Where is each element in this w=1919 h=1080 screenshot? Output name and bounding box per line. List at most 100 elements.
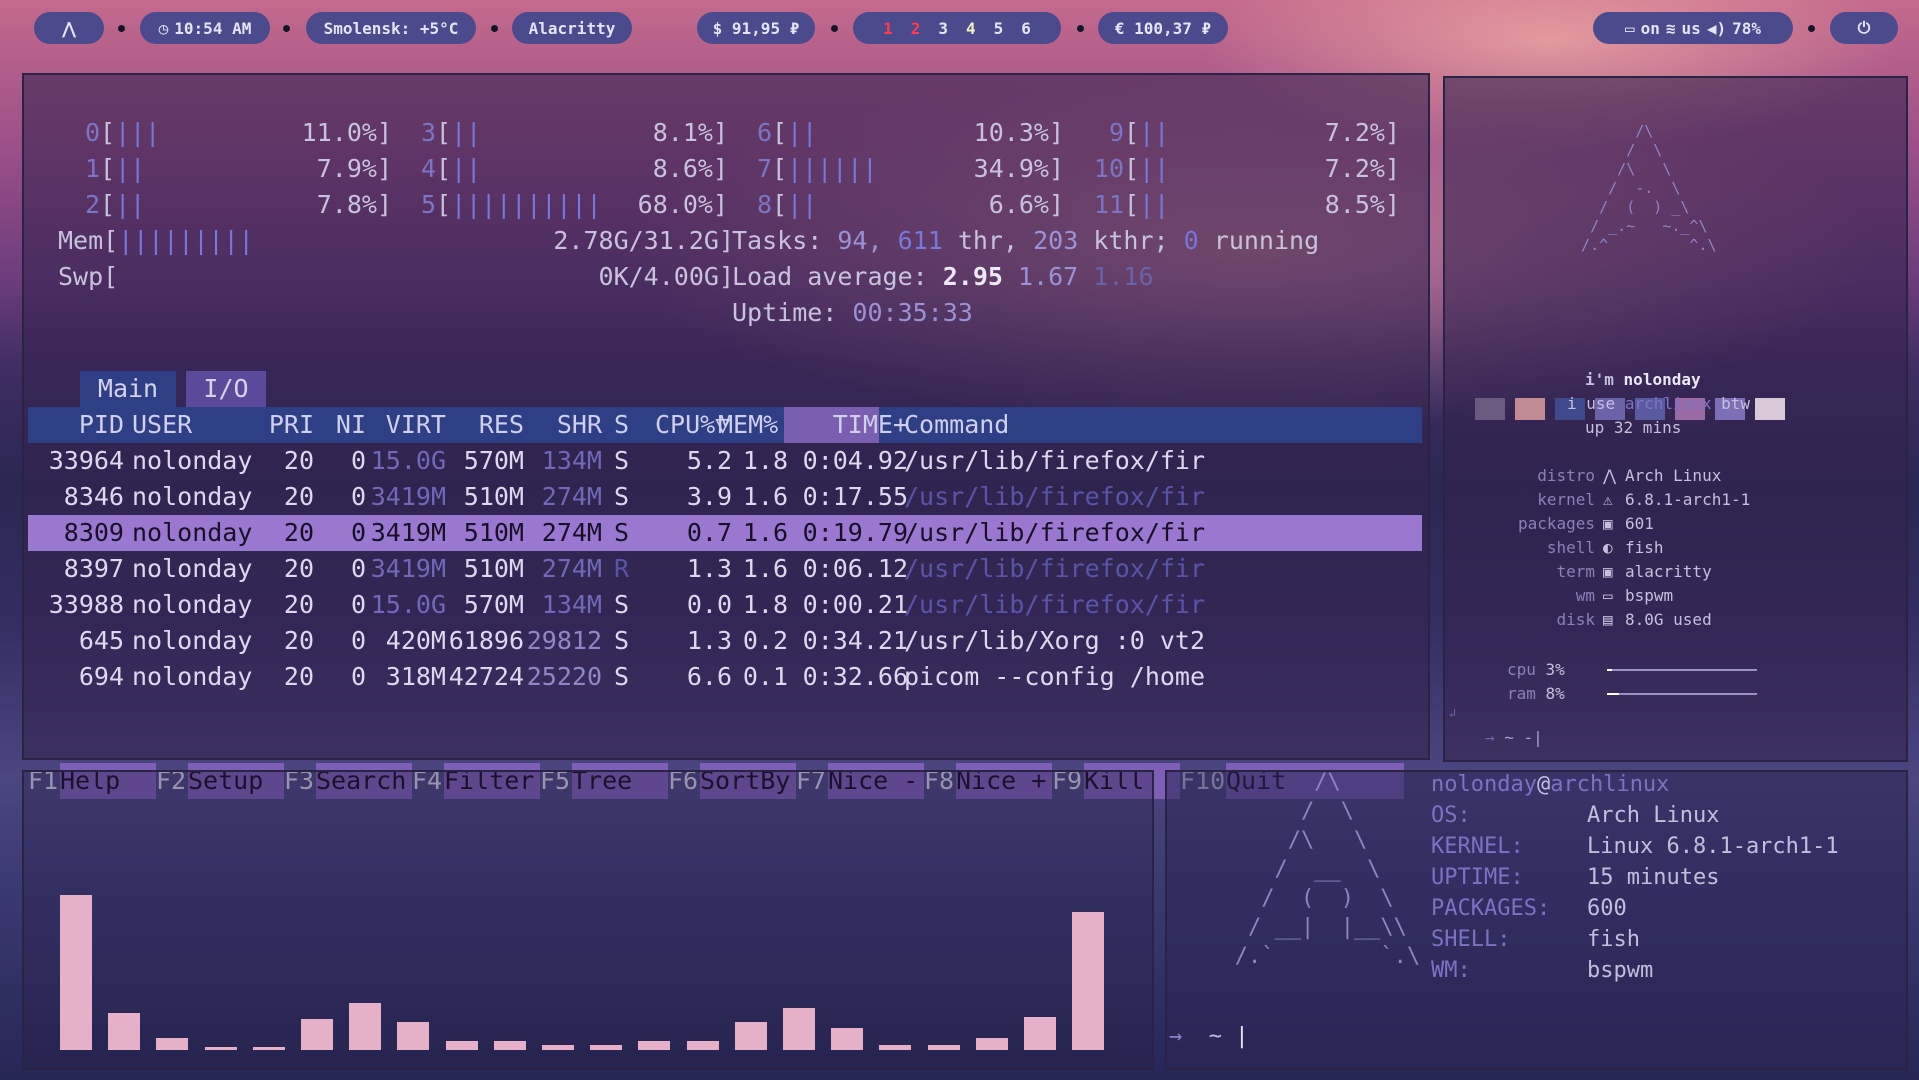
field-value: fish: [1625, 538, 1664, 557]
process-row[interactable]: 8309 nolonday 20 0 3419M 510M 274M S 0.7 1.6 0:19.…: [28, 515, 1422, 551]
sysinfo-prompt[interactable]: → ~ -|: [1485, 728, 1543, 747]
cell-command: /usr/lib/Xorg :0 vt2: [904, 626, 1206, 655]
process-row[interactable]: 8346 nolonday 20 0 3419M 510M 274M S 3.9 1.6 0:17.…: [28, 479, 1422, 515]
visualizer-bar: [686, 1041, 719, 1050]
cpu-pct: 8.1%]: [652, 118, 728, 147]
fetch-prompt[interactable]: → ~ |: [1169, 1024, 1249, 1049]
cell-virt: 15.0G: [370, 590, 446, 619]
fetch-value: Linux 6.8.1-arch1-1: [1587, 834, 1839, 859]
cpu-pct: 7.8%]: [316, 190, 392, 219]
cell-command: /usr/lib/firefox/fir: [904, 446, 1206, 475]
process-row[interactable]: 694 nolonday 20 0 318M 42724 25220 S 6.6 0.1 0:32.…: [28, 659, 1422, 695]
arch-ascii-logo: /\ / \ /\ \ / -. \ / ( ) _\ / _.~ ~._^\ …: [1581, 122, 1717, 254]
sysinfo-window[interactable]: /\ / \ /\ \ / -. \ / ( ) _\ / _.~ ~._^\ …: [1443, 76, 1908, 762]
field-label: kernel: [1537, 490, 1595, 509]
cell-ni: 0: [350, 554, 366, 583]
cell-shr: 134M: [541, 446, 602, 475]
separator-dot: [831, 25, 838, 32]
workspace-4[interactable]: 4: [966, 19, 976, 38]
field-label: wm: [1575, 586, 1595, 605]
clock-widget[interactable]: ◷ 10:54 AM: [140, 12, 270, 44]
cpu-pct: 8.6%]: [652, 154, 728, 183]
cell-command: picom --config /home: [904, 662, 1206, 691]
workspace-5[interactable]: 5: [994, 19, 1004, 38]
column-header-time[interactable]: TIME+: [788, 407, 908, 443]
cell-ni: 0: [350, 446, 366, 475]
swp-value: 0K/4.00G]: [598, 262, 734, 291]
cell-time: 0:04.92: [802, 446, 908, 475]
cell-s: S: [614, 518, 630, 547]
eur-rate-widget[interactable]: € 100,37 ₽: [1098, 12, 1228, 44]
visualizer-bar: [108, 1013, 141, 1050]
keyboard-icon: ▭: [1625, 18, 1635, 38]
cell-command: /usr/lib/firefox/fir: [904, 482, 1206, 511]
field-value: bspwm: [1625, 586, 1674, 605]
enter-icon: ↲: [1449, 706, 1457, 720]
mem-value: 2.78G/31.2G]: [553, 226, 734, 255]
cell-res: 510M: [463, 554, 524, 583]
process-row[interactable]: 33988 nolonday 20 0 15.0G 570M 134M S 0.0 1.8 0:00…: [28, 587, 1422, 623]
tab-io[interactable]: I/O: [186, 371, 266, 407]
workspace-6[interactable]: 6: [1021, 19, 1031, 38]
column-header-res[interactable]: RES: [448, 407, 524, 443]
column-header-command[interactable]: Command: [904, 407, 1424, 443]
cell-mem: 1.6: [742, 482, 788, 511]
cell-pri: 20: [283, 662, 314, 691]
column-header-shr[interactable]: SHR: [526, 407, 602, 443]
visualizer-bar: [927, 1045, 960, 1050]
power-button[interactable]: ⏻: [1830, 12, 1898, 44]
visualizer-bar: [879, 1045, 912, 1050]
audio-visualizer-window[interactable]: [22, 770, 1154, 1070]
field-label: shell: [1546, 538, 1595, 557]
column-header-pri[interactable]: PRI: [238, 407, 314, 443]
cell-virt: 3419M: [370, 482, 446, 511]
column-header-mem[interactable]: MEM%: [718, 407, 788, 443]
field-label: distro: [1537, 466, 1595, 485]
field-icon: ▤: [1603, 610, 1613, 629]
column-header-ni[interactable]: NI: [318, 407, 366, 443]
column-header-pid[interactable]: PID: [28, 407, 124, 443]
fetch-value: Arch Linux: [1587, 803, 1720, 828]
tab-main[interactable]: Main: [80, 371, 176, 407]
weather-widget[interactable]: Smolensk: +5°C: [306, 12, 476, 44]
process-table-header: PID USER PRI NI VIRT RES SHR S CPU%▽ MEM% TIME+ Com…: [28, 407, 1422, 443]
cell-command: /usr/lib/firefox/fir: [904, 590, 1206, 619]
cell-virt: 420M: [385, 626, 446, 655]
up-line: up 32 mins: [1585, 418, 1682, 437]
ram-gauge: [1607, 693, 1757, 695]
process-row[interactable]: 645 nolonday 20 0 420M 61896 29812 S 1.3 0.2 0:34.…: [28, 623, 1422, 659]
workspace-3[interactable]: 3: [938, 19, 948, 38]
cell-pri: 20: [283, 554, 314, 583]
visualizer-bar: [397, 1022, 430, 1050]
window-title-widget[interactable]: Alacritty: [512, 12, 632, 44]
workspace-1[interactable]: 1: [883, 19, 893, 38]
column-header-s[interactable]: S: [614, 407, 644, 443]
fetch-value: 15 minutes: [1587, 865, 1720, 890]
window-title: Alacritty: [528, 18, 616, 38]
cpu-pct: 7.9%]: [316, 154, 392, 183]
launcher-button[interactable]: ⋀: [34, 12, 104, 44]
fetch-window[interactable]: /\ / \ /\ \ / __ \ / ( ) \ / __| |__\\ /…: [1165, 770, 1908, 1070]
workspace-2[interactable]: 2: [911, 19, 921, 38]
cell-s: S: [614, 590, 630, 619]
process-row[interactable]: 33964 nolonday 20 0 15.0G 570M 134M S 5.2 1.8 0:04…: [28, 443, 1422, 479]
cpu-pct: 10.3%]: [973, 118, 1064, 147]
cell-pri: 20: [283, 590, 314, 619]
cell-time: 0:19.79: [802, 518, 908, 547]
cell-shr: 274M: [541, 554, 602, 583]
usd-rate-widget[interactable]: $ 91,95 ₽: [697, 12, 815, 44]
im-line: i'm nolonday: [1585, 370, 1701, 389]
process-row[interactable]: 8397 nolonday 20 0 3419M 510M 274M R 1.3 1.6 0:06.…: [28, 551, 1422, 587]
kbd-status: on: [1640, 18, 1660, 38]
cell-s: S: [614, 662, 630, 691]
cell-pid: 8309: [63, 518, 124, 547]
cpu-pct: 11.0%]: [301, 118, 392, 147]
cell-time: 0:34.21: [802, 626, 908, 655]
htop-window[interactable]: 0 [||| 11.0%] 1 [|| 7.9%] 2 [|| 7.8%] 3 [|| 8.1%] 4[…: [22, 73, 1430, 799]
column-header-virt[interactable]: VIRT: [366, 407, 446, 443]
status-widget[interactable]: ▭ on ≋ us ◀) 78%: [1593, 12, 1793, 44]
cell-mem: 1.8: [742, 446, 788, 475]
field-icon: ▣: [1603, 514, 1613, 533]
cpu-gauge-label: cpu 3%: [1507, 660, 1565, 679]
cell-shr: 274M: [541, 518, 602, 547]
